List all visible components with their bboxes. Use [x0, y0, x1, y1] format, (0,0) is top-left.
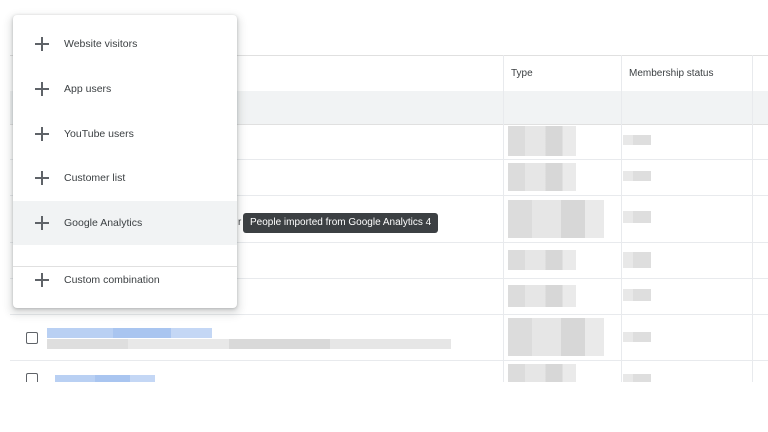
menu-item-customer-list[interactable]: Customer list	[13, 156, 237, 200]
plus-icon	[35, 216, 49, 230]
add-audience-menu: Website visitors App users YouTube users…	[13, 15, 237, 308]
type-cell	[508, 200, 604, 238]
menu-item-label: Custom combination	[64, 274, 160, 286]
type-cell	[508, 364, 576, 382]
plus-icon	[35, 82, 49, 96]
menu-item-youtube-users[interactable]: YouTube users	[13, 112, 237, 156]
menu-item-custom-combination[interactable]: Custom combination	[13, 258, 237, 302]
membership-cell	[623, 332, 651, 342]
audience-name[interactable]	[47, 328, 212, 338]
membership-cell	[623, 171, 651, 181]
menu-item-label: App users	[64, 83, 112, 95]
column-header-extra	[752, 56, 768, 91]
row-checkbox[interactable]	[26, 332, 38, 344]
type-cell	[508, 250, 576, 270]
menu-item-label: YouTube users	[64, 128, 134, 140]
hidden-row-text-fragment: r	[238, 217, 242, 228]
membership-cell	[623, 374, 651, 382]
plus-icon	[35, 171, 49, 185]
row-checkbox[interactable]	[26, 373, 38, 382]
column-divider	[621, 55, 622, 382]
column-header-membership-status[interactable]: Membership status	[621, 56, 752, 91]
audience-description	[47, 339, 451, 349]
column-divider	[752, 55, 753, 382]
audience-name[interactable]	[55, 375, 155, 382]
type-cell	[508, 163, 576, 191]
plus-icon	[35, 127, 49, 141]
type-cell	[508, 285, 576, 307]
menu-item-website-visitors[interactable]: Website visitors	[13, 22, 237, 66]
table-row[interactable]	[10, 361, 768, 382]
table-row[interactable]	[10, 315, 768, 361]
menu-item-label: Google Analytics	[64, 217, 143, 229]
menu-item-label: Website visitors	[64, 38, 138, 50]
column-header-type[interactable]: Type	[503, 56, 621, 91]
menu-item-google-analytics[interactable]: Google Analytics	[13, 201, 237, 245]
membership-cell	[623, 211, 651, 223]
membership-cell	[623, 135, 651, 145]
menu-item-label: Customer list	[64, 172, 126, 184]
membership-cell	[623, 289, 651, 301]
membership-cell	[623, 252, 651, 268]
type-cell	[508, 126, 576, 156]
tooltip: People imported from Google Analytics 4	[243, 213, 439, 233]
menu-item-app-users[interactable]: App users	[13, 67, 237, 111]
plus-icon	[35, 273, 49, 287]
column-divider	[503, 55, 504, 382]
type-cell	[508, 318, 604, 356]
plus-icon	[35, 37, 49, 51]
